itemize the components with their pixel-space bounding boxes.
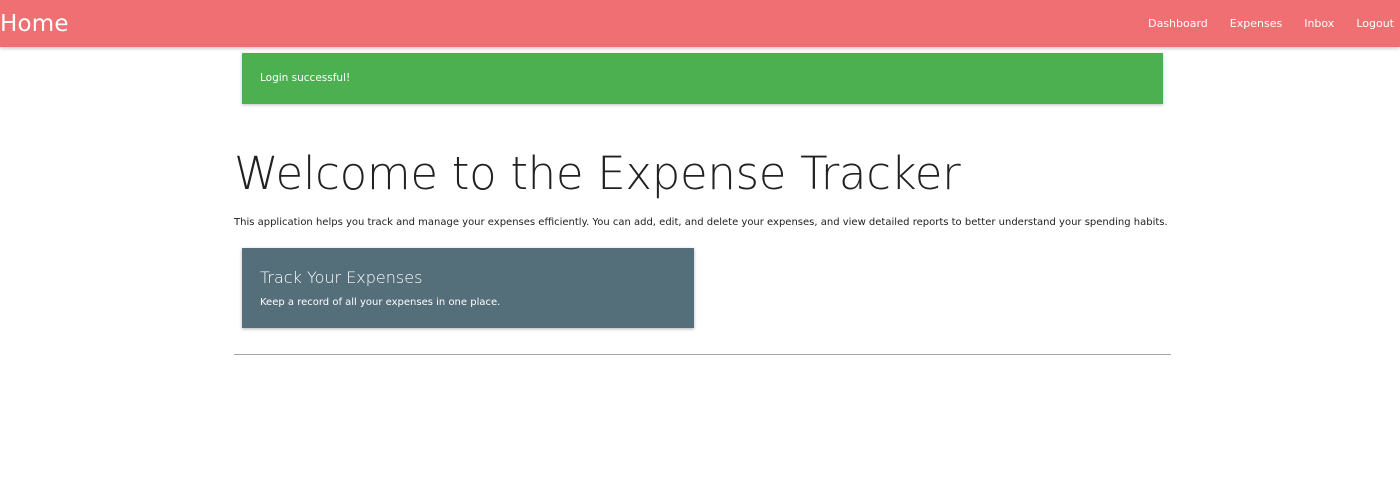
brand-home-link[interactable]: Home: [0, 9, 69, 39]
login-success-alert: Login successful!: [242, 53, 1163, 104]
alert-message: Login successful!: [260, 72, 351, 84]
card-title: Track Your Expenses: [260, 268, 423, 287]
page-description: This application helps you track and man…: [234, 217, 1168, 228]
nav-links: Dashboard Expenses Inbox Logout: [1137, 0, 1400, 47]
feature-card-track-expenses: Track Your Expenses Keep a record of all…: [242, 248, 694, 328]
card-text: Keep a record of all your expenses in on…: [260, 297, 501, 308]
nav-link-logout[interactable]: Logout: [1345, 0, 1400, 47]
horizontal-divider: [234, 354, 1171, 355]
nav-link-inbox[interactable]: Inbox: [1293, 0, 1345, 47]
nav-link-dashboard[interactable]: Dashboard: [1137, 0, 1219, 47]
nav-link-expenses[interactable]: Expenses: [1219, 0, 1293, 47]
page-title: Welcome to the Expense Tracker: [234, 147, 961, 200]
top-navbar: Home Dashboard Expenses Inbox Logout: [0, 0, 1400, 47]
